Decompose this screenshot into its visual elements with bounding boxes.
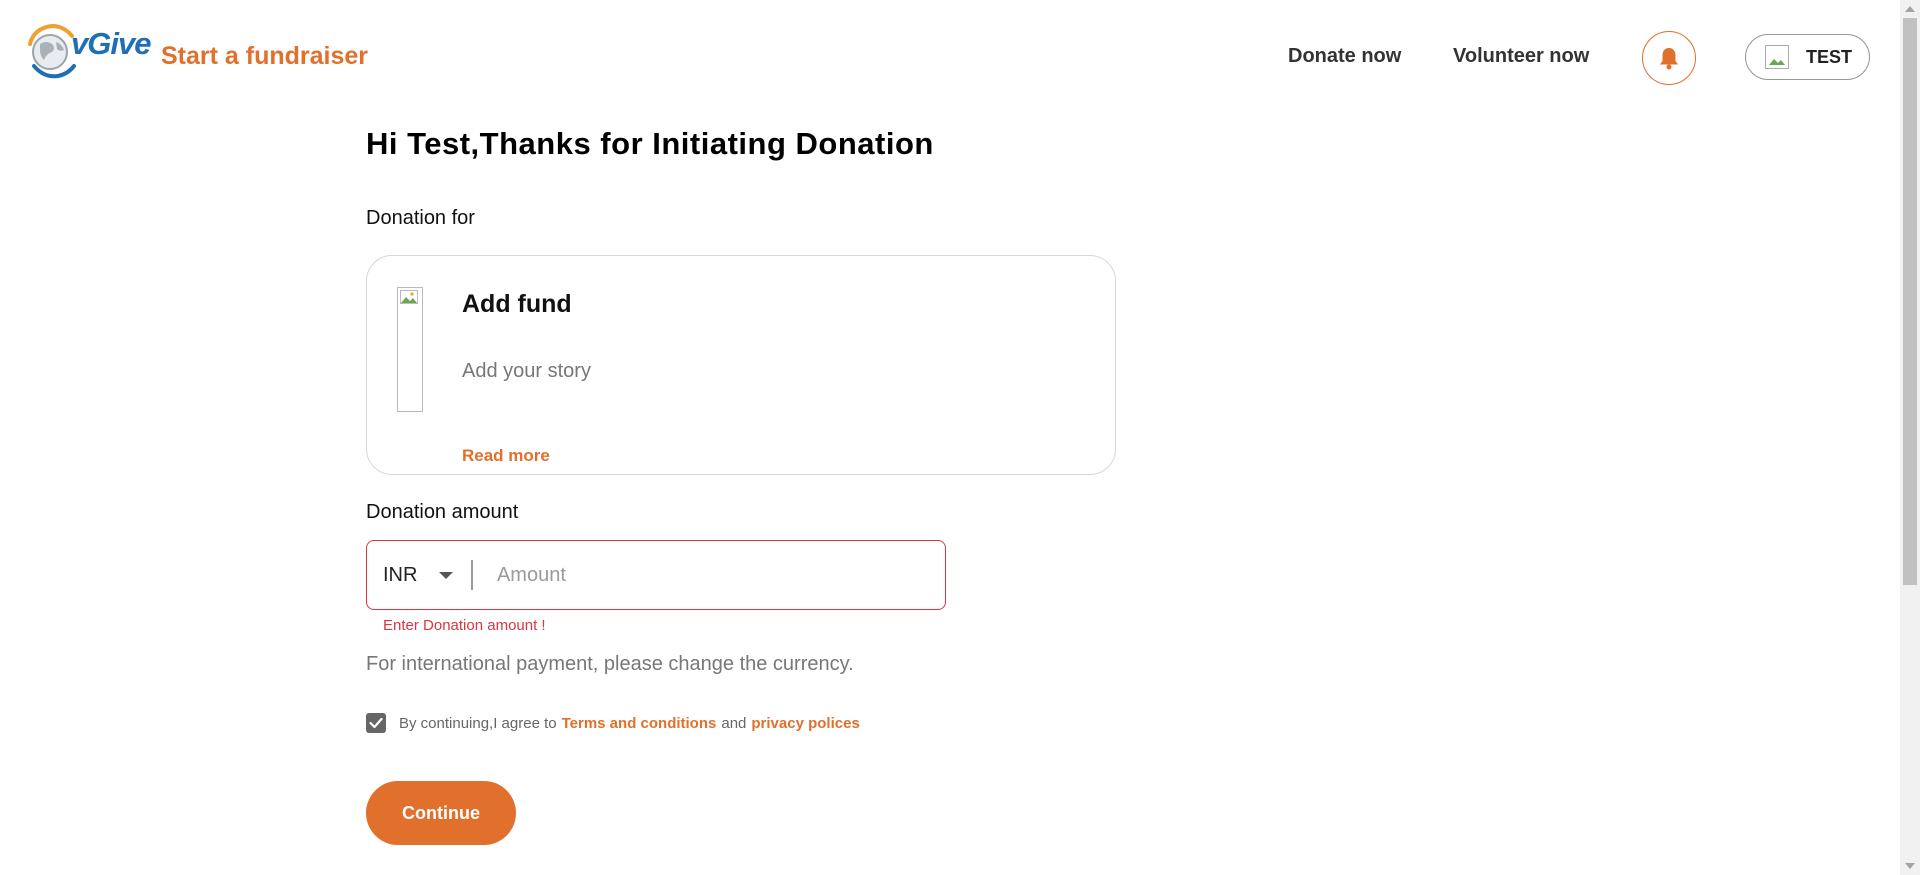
fund-story: Add your story — [462, 360, 591, 382]
fund-image — [397, 287, 423, 412]
scroll-down-arrow-icon[interactable] — [1905, 863, 1915, 869]
privacy-link[interactable]: privacy polices — [751, 715, 859, 732]
logo-text: vGive — [71, 26, 151, 61]
continue-button[interactable]: Continue — [366, 781, 516, 845]
nav-volunteer-now[interactable]: Volunteer now — [1453, 45, 1589, 68]
notifications-button[interactable] — [1642, 31, 1696, 85]
agreement-text: By continuing,I agree to — [399, 714, 557, 732]
read-more-link[interactable]: Read more — [462, 446, 550, 466]
agreement-and: and — [721, 714, 747, 732]
user-avatar-icon — [1765, 45, 1789, 69]
agreement-row: By continuing,I agree to Terms and condi… — [366, 713, 860, 733]
page-title: Hi Test,Thanks for Initiating Donation — [366, 126, 934, 161]
donation-for-label: Donation for — [366, 207, 475, 229]
page-scrollbar[interactable] — [1900, 0, 1920, 875]
currency-value: INR — [383, 563, 418, 586]
scroll-up-arrow-icon[interactable] — [1905, 6, 1915, 12]
broken-image-icon — [400, 290, 418, 304]
start-fundraiser-link[interactable]: Start a fundraiser — [161, 42, 368, 71]
broken-image-icon — [1769, 59, 1785, 65]
agree-checkbox[interactable] — [366, 713, 386, 733]
terms-link[interactable]: Terms and conditions — [562, 715, 717, 732]
amount-field-group: INR — [366, 540, 946, 610]
currency-select[interactable]: INR — [383, 563, 454, 587]
header: vGive Start a fundraiser Donate now Volu… — [0, 0, 1900, 114]
international-payment-note: For international payment, please change… — [366, 653, 854, 675]
vgive-logo[interactable]: vGive — [28, 22, 151, 84]
amount-error-message: Enter Donation amount ! — [383, 617, 546, 634]
user-menu-button[interactable]: TEST — [1745, 34, 1870, 80]
fund-title: Add fund — [462, 290, 572, 318]
bell-icon — [1660, 48, 1678, 70]
divider — [471, 560, 473, 590]
donation-amount-label: Donation amount — [366, 501, 519, 523]
chevron-down-icon — [439, 571, 454, 579]
user-name: TEST — [1806, 46, 1853, 67]
nav-donate-now[interactable]: Donate now — [1288, 45, 1401, 68]
scrollbar-thumb[interactable] — [1903, 18, 1917, 585]
globe-logo-icon — [28, 23, 76, 79]
fund-card: Add fund Add your story Read more — [366, 255, 1116, 475]
amount-input[interactable] — [496, 563, 897, 587]
checkmark-icon — [369, 717, 383, 729]
